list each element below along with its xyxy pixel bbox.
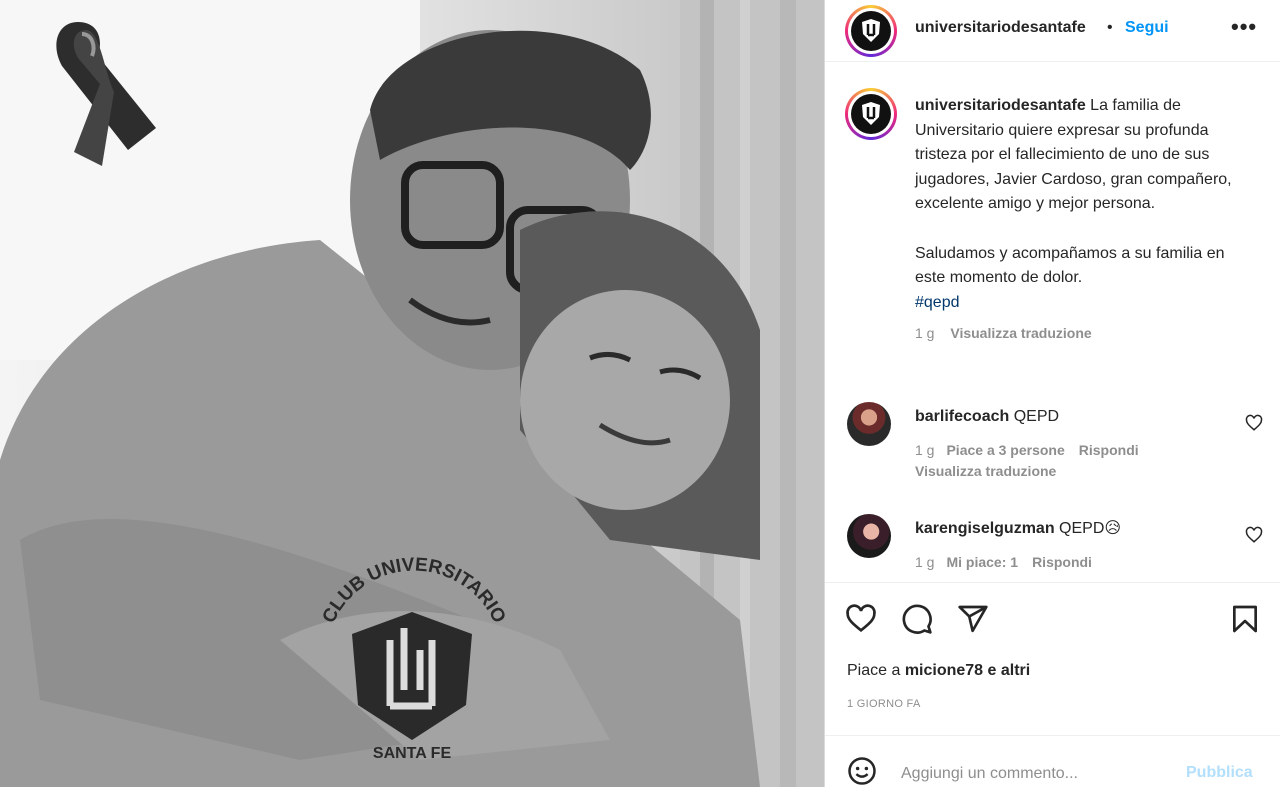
post-side-panel: universitariodesantafe • Segui ••• unive…	[824, 0, 1280, 787]
add-comment-bar: Pubblica	[825, 735, 1280, 787]
share-send-icon[interactable]	[957, 603, 989, 635]
header-separator: •	[1107, 19, 1113, 36]
emoji-icon[interactable]	[847, 756, 877, 786]
likes-others-link[interactable]: e altri	[983, 662, 1031, 679]
post-timestamp[interactable]: 1 GIORNO FA	[847, 698, 921, 710]
comment-time[interactable]: 1 g	[915, 554, 934, 570]
comment-text: barlifecoach QEPD	[915, 408, 1060, 425]
comment-username[interactable]: barlifecoach	[915, 408, 1009, 425]
caption-body-2: Saludamos y acompañamos a su familia en …	[915, 244, 1225, 287]
comment-input[interactable]	[901, 762, 1171, 786]
caption-username[interactable]: universitariodesantafe	[915, 97, 1086, 114]
hashtag-link[interactable]: #qepd	[915, 291, 1235, 316]
club-shield-icon	[862, 19, 880, 42]
post-header: universitariodesantafe • Segui •••	[825, 0, 1280, 62]
comment-meta: 1 g Mi piace: 1 Rispondi	[915, 552, 1245, 573]
liker-username[interactable]: micione78	[905, 662, 983, 679]
comment-username[interactable]: karengiselguzman	[915, 520, 1055, 537]
club-shield-icon	[862, 102, 880, 125]
publish-button[interactable]: Pubblica	[1186, 764, 1253, 782]
comment-translate-link[interactable]: Visualizza traduzione	[915, 461, 1245, 482]
reply-button[interactable]: Rispondi	[1032, 554, 1092, 570]
caption-time[interactable]: 1 g	[915, 325, 934, 341]
comment-bubble-icon[interactable]	[901, 603, 933, 635]
reply-button[interactable]: Rispondi	[1079, 442, 1139, 458]
post-actions: Piace a micione78 e altri 1 GIORNO FA	[825, 582, 1280, 735]
caption-author-avatar[interactable]	[845, 88, 897, 140]
save-bookmark-icon[interactable]	[1229, 603, 1261, 635]
comment-likes[interactable]: Mi piace: 1	[946, 554, 1018, 570]
like-heart-icon[interactable]	[845, 603, 877, 635]
caption-meta: 1 g Visualizza traduzione	[915, 321, 1235, 346]
likes-summary: Piace a micione78 e altri	[847, 662, 1031, 679]
caption-translate-link[interactable]: Visualizza traduzione	[950, 325, 1091, 341]
comment-text: karengiselguzman QEPD😥	[915, 520, 1122, 537]
commenter-avatar[interactable]	[847, 514, 891, 558]
comment-meta: 1 g Piace a 3 persone Rispondi Visualizza …	[915, 440, 1245, 482]
post-photo: CLUB UNIVERSITARIO SANTA FE	[0, 0, 824, 787]
comment-heart-icon[interactable]	[1245, 414, 1263, 432]
header-username[interactable]: universitariodesantafe	[915, 19, 1086, 37]
author-avatar[interactable]	[845, 5, 897, 57]
more-options-icon[interactable]: •••	[1231, 14, 1257, 40]
logo-bottom-text: SANTA FE	[372, 745, 452, 762]
caption-text: universitariodesantafe La familia de Uni…	[915, 94, 1235, 346]
commenter-avatar[interactable]	[847, 402, 891, 446]
follow-button[interactable]: Segui	[1125, 19, 1169, 37]
caption-body: La familia de Universitario quiere expre…	[915, 97, 1232, 213]
comment-time[interactable]: 1 g	[915, 442, 934, 458]
post-photo-illustration: CLUB UNIVERSITARIO	[0, 0, 824, 787]
comment-likes[interactable]: Piace a 3 persone	[946, 442, 1064, 458]
comment-heart-icon[interactable]	[1245, 526, 1263, 544]
